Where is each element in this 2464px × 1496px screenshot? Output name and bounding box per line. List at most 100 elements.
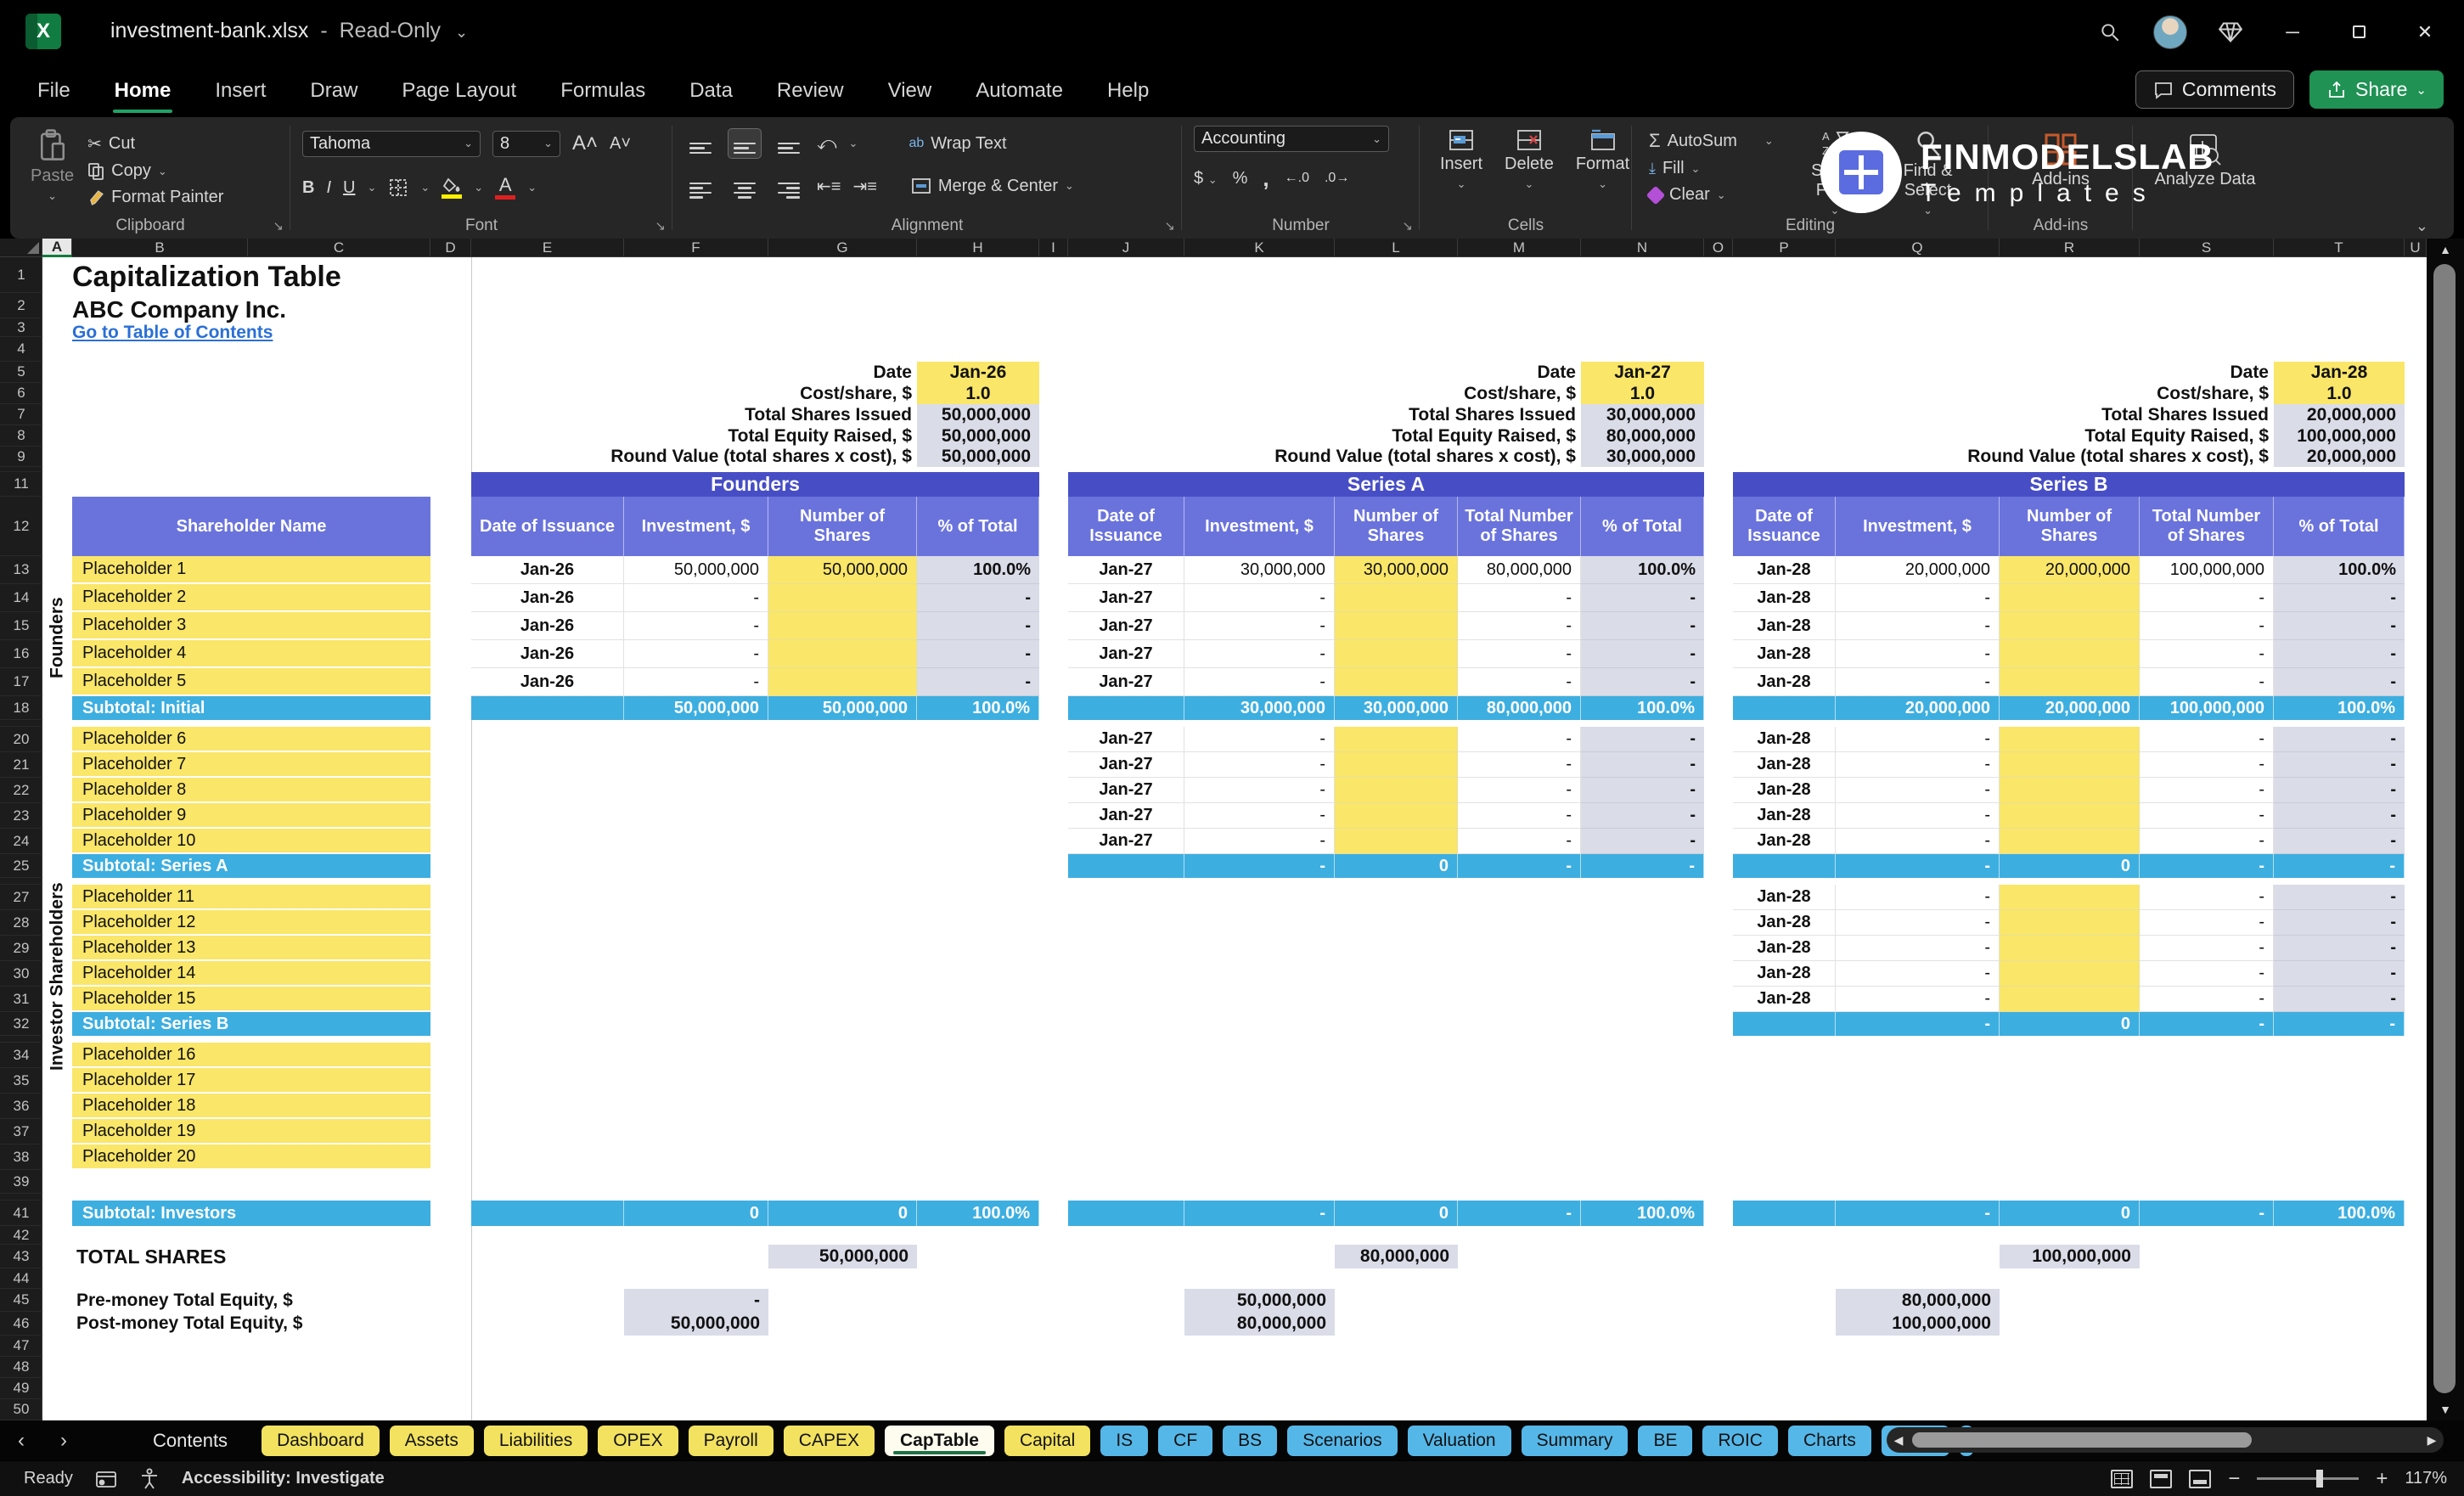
data-cell[interactable]: Jan-27 [1068,752,1184,778]
data-cell[interactable]: Jan-28 [1733,885,1836,910]
data-cell[interactable]: - [2274,612,2405,640]
data-cell[interactable]: - [1836,910,2000,936]
macro-record-icon[interactable] [95,1469,117,1489]
align-middle-button[interactable] [729,129,761,158]
share-button[interactable]: Share⌄ [2309,70,2444,109]
delete-cells-button[interactable]: Delete⌄ [1496,126,1562,194]
data-cell[interactable]: - [2140,752,2274,778]
data-cell[interactable]: 50,000,000 [768,556,917,584]
data-cell[interactable]: - [2140,727,2274,752]
row-header-6[interactable]: 6 [0,383,42,404]
data-cell[interactable]: Jan-28 [1733,752,1836,778]
data-cell[interactable]: 100.0% [1581,556,1704,584]
grid-canvas[interactable]: Capitalization TableABC Company Inc.Go t… [42,257,2427,1420]
data-cell[interactable]: Jan-27 [1068,829,1184,854]
data-cell[interactable]: 20,000,000 [2000,556,2140,584]
row-header-25[interactable]: 25 [0,854,42,878]
row-header-7[interactable]: 7 [0,404,42,425]
shareholder-name-cell[interactable]: Placeholder 3 [72,612,430,640]
column-header-A[interactable]: A [42,239,72,257]
horizontal-scrollbar[interactable]: ◀ ▶ [1887,1427,2444,1453]
data-cell[interactable]: - [2274,803,2405,829]
grow-font-button[interactable]: A˄ [572,132,598,155]
shareholder-name-cell[interactable]: Placeholder 15 [72,987,430,1012]
percent-format-button[interactable]: % [1233,169,1248,188]
data-cell[interactable] [2000,612,2140,640]
column-header-M[interactable]: M [1458,239,1581,257]
row-header-23[interactable]: 23 [0,803,42,829]
minimize-button[interactable]: ─ [2274,14,2311,51]
data-cell[interactable]: - [1836,961,2000,987]
user-avatar[interactable] [2153,15,2187,49]
data-cell[interactable]: - [1184,752,1335,778]
data-cell[interactable]: - [917,668,1039,696]
data-cell[interactable] [768,612,917,640]
data-cell[interactable]: - [1458,752,1581,778]
data-cell[interactable]: - [1581,584,1704,612]
sheet-tab-bs[interactable]: BS [1223,1426,1277,1456]
shareholder-name-cell[interactable]: Placeholder 16 [72,1043,430,1068]
font-color-dropdown[interactable]: ⌄ [527,181,537,194]
shareholder-name-cell[interactable]: Placeholder 10 [72,829,430,854]
shareholder-name-cell[interactable]: Placeholder 8 [72,778,430,803]
data-cell[interactable]: - [1184,584,1335,612]
row-header-30[interactable]: 30 [0,961,42,987]
data-cell[interactable] [1335,612,1458,640]
data-cell[interactable]: - [1184,803,1335,829]
row-header-20[interactable]: 20 [0,727,42,752]
align-center-button[interactable] [729,169,761,203]
info-value[interactable]: Jan-28 [2274,362,2405,383]
data-cell[interactable]: - [1581,640,1704,668]
sheet-tab-valuation[interactable]: Valuation [1408,1426,1511,1456]
data-cell[interactable]: Jan-28 [1733,727,1836,752]
data-cell[interactable]: 80,000,000 [1458,556,1581,584]
data-cell[interactable]: Jan-28 [1733,556,1836,584]
data-cell[interactable]: - [1184,612,1335,640]
sheet-tab-scenarios[interactable]: Scenarios [1287,1426,1397,1456]
page-layout-view-button[interactable] [2150,1470,2172,1488]
subtotal-cell[interactable] [471,696,624,720]
fill-color-button[interactable] [442,177,462,199]
row-header-21[interactable]: 21 [0,752,42,778]
data-cell[interactable]: - [2274,987,2405,1012]
subtotal-investors-cell[interactable] [1068,1201,1184,1226]
data-cell[interactable]: Jan-26 [471,640,624,668]
info-value[interactable]: Jan-26 [917,362,1039,383]
column-header-O[interactable]: O [1704,239,1733,257]
zoom-slider-thumb[interactable] [2316,1470,2323,1488]
data-cell[interactable] [2000,640,2140,668]
column-header-N[interactable]: N [1581,239,1704,257]
info-value[interactable]: 50,000,000 [917,404,1039,425]
subtotal-cell[interactable]: 30,000,000 [1335,696,1458,720]
info-value[interactable]: 1.0 [1581,383,1704,404]
underline-dropdown[interactable]: ⌄ [367,181,376,194]
data-cell[interactable]: Jan-28 [1733,987,1836,1012]
data-cell[interactable] [1335,778,1458,803]
subtotal-cell[interactable]: - [2274,854,2405,878]
sheet-tab-charts[interactable]: Charts [1788,1426,1871,1456]
data-cell[interactable]: - [2140,640,2274,668]
pre-money-value[interactable]: - [624,1289,768,1312]
row-header-4[interactable]: 4 [0,337,42,362]
data-cell[interactable]: - [1836,727,2000,752]
subtotal-cell[interactable]: 100,000,000 [2140,696,2274,720]
row-header-33[interactable] [0,1036,42,1043]
row-header-14[interactable]: 14 [0,584,42,612]
data-cell[interactable]: Jan-27 [1068,727,1184,752]
row-header-44[interactable]: 44 [0,1268,42,1289]
column-header-S[interactable]: S [2140,239,2274,257]
shareholder-name-cell[interactable]: Placeholder 19 [72,1119,430,1144]
data-cell[interactable]: - [1581,668,1704,696]
shareholder-name-cell[interactable]: Placeholder 12 [72,910,430,936]
subtotal-cell[interactable]: 30,000,000 [1184,696,1335,720]
shareholder-name-cell[interactable]: Placeholder 5 [72,668,430,696]
shareholder-name-cell[interactable]: Placeholder 20 [72,1144,430,1170]
data-cell[interactable] [1335,803,1458,829]
row-header-41[interactable]: 41 [0,1201,42,1226]
info-value[interactable]: 50,000,000 [917,447,1039,467]
row-header-47[interactable]: 47 [0,1336,42,1357]
shareholder-name-cell[interactable]: Placeholder 18 [72,1094,430,1119]
data-cell[interactable]: Jan-27 [1068,584,1184,612]
data-cell[interactable] [768,584,917,612]
column-header-U[interactable]: U [2405,239,2427,257]
